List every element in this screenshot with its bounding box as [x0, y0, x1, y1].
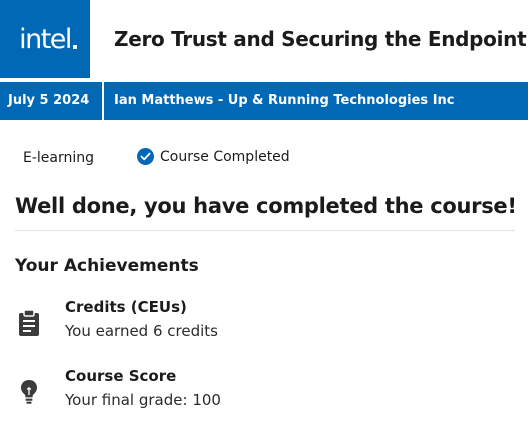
logo-text: intel: [19, 24, 77, 55]
achievement-credits: Credits (CEUs) You earned 6 credits: [15, 298, 515, 348]
header: intel Zero Trust and Securing the Endpoi…: [0, 0, 528, 80]
status-text: Course Completed: [160, 148, 290, 165]
divider: [15, 230, 515, 231]
check-circle-icon: [137, 148, 154, 165]
achievement-title: Credits (CEUs): [65, 298, 187, 316]
intel-logo: intel: [0, 0, 90, 78]
achievement-title: Course Score: [65, 367, 177, 385]
course-title: Zero Trust and Securing the Endpoint: [114, 27, 527, 51]
achievement-score: Course Score Your final grade: 100: [15, 367, 515, 417]
achievement-description: Your final grade: 100: [65, 391, 221, 409]
course-type: E-learning: [23, 150, 95, 166]
status-badge: Course Completed: [137, 148, 290, 165]
banner-divider: [102, 82, 104, 120]
completion-date: July 5 2024: [8, 93, 90, 108]
info-banner: July 5 2024 Ian Matthews - Up & Running …: [0, 82, 528, 120]
logo-dot: [72, 44, 77, 49]
learner-name: Ian Matthews - Up & Running Technologies…: [114, 93, 455, 108]
achievement-description: You earned 6 credits: [65, 322, 218, 340]
achievements-heading: Your Achievements: [15, 256, 199, 276]
clipboard-icon: [17, 309, 41, 337]
completion-message: Well done, you have completed the course…: [15, 194, 517, 218]
lightbulb-icon: [17, 378, 41, 406]
